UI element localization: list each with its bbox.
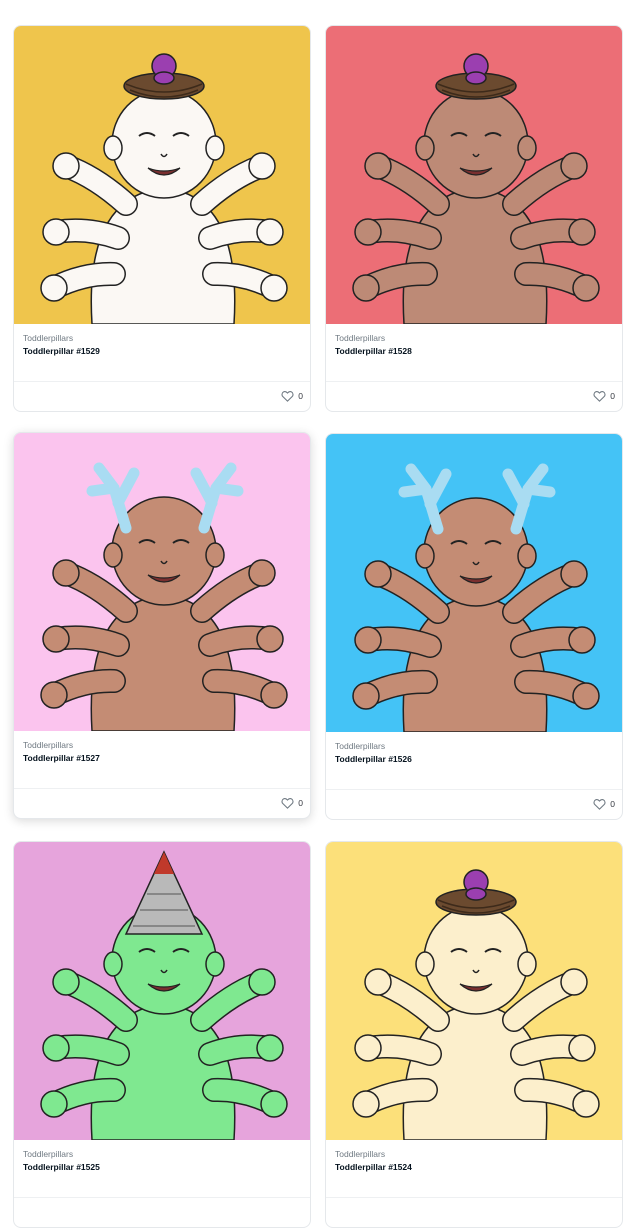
nft-title[interactable]: Toddlerpillar #1524 <box>335 1162 412 1172</box>
favorite-button[interactable]: 0 <box>593 798 615 810</box>
heart-icon <box>281 391 294 402</box>
nft-title[interactable]: Toddlerpillar #1529 <box>23 346 100 356</box>
nft-card[interactable]: Toddlerpillars Toddlerpillar #1527 0 <box>13 432 311 819</box>
card-info: Toddlerpillars Toddlerpillar #1526 <box>326 732 622 790</box>
nft-card[interactable]: Toddlerpillars Toddlerpillar #1528 0 <box>325 25 623 412</box>
favorite-count: 0 <box>298 391 303 401</box>
heart-icon <box>593 799 606 810</box>
card-info: Toddlerpillars Toddlerpillar #1524 <box>326 1140 622 1198</box>
baby-illustration <box>326 842 622 1140</box>
card-footer: 0 <box>326 790 622 819</box>
collection-name[interactable]: Toddlerpillars <box>23 740 73 750</box>
nft-title[interactable]: Toddlerpillar #1528 <box>335 346 412 356</box>
nft-title[interactable]: Toddlerpillar #1525 <box>23 1162 100 1172</box>
nft-card[interactable]: Toddlerpillars Toddlerpillar #1529 0 <box>13 25 311 412</box>
favorite-count: 0 <box>298 798 303 808</box>
collection-name[interactable]: Toddlerpillars <box>335 741 385 751</box>
nft-image[interactable] <box>14 433 310 731</box>
favorite-button[interactable]: 0 <box>593 390 615 402</box>
heart-icon <box>593 391 606 402</box>
baby-illustration <box>14 26 310 324</box>
baby-illustration <box>326 26 622 324</box>
nft-card[interactable]: Toddlerpillars Toddlerpillar #1524 <box>325 841 623 1228</box>
card-footer: 0 <box>326 382 622 411</box>
nft-image[interactable] <box>326 26 622 324</box>
card-info: Toddlerpillars Toddlerpillar #1527 <box>14 731 310 789</box>
heart-icon <box>281 798 294 809</box>
card-footer: 0 <box>14 382 310 411</box>
nft-image[interactable] <box>326 434 622 732</box>
collection-name[interactable]: Toddlerpillars <box>23 1149 73 1159</box>
nft-image[interactable] <box>326 842 622 1140</box>
nft-title[interactable]: Toddlerpillar #1527 <box>23 753 100 763</box>
card-info: Toddlerpillars Toddlerpillar #1529 <box>14 324 310 382</box>
collection-name[interactable]: Toddlerpillars <box>23 333 73 343</box>
nft-title[interactable]: Toddlerpillar #1526 <box>335 754 412 764</box>
card-info: Toddlerpillars Toddlerpillar #1528 <box>326 324 622 382</box>
baby-illustration <box>326 434 622 732</box>
collection-name[interactable]: Toddlerpillars <box>335 1149 385 1159</box>
nft-image[interactable] <box>14 842 310 1140</box>
favorite-button[interactable]: 0 <box>281 797 303 809</box>
nft-card[interactable]: Toddlerpillars Toddlerpillar #1526 0 <box>325 433 623 820</box>
nft-image[interactable] <box>14 26 310 324</box>
collection-name[interactable]: Toddlerpillars <box>335 333 385 343</box>
favorite-count: 0 <box>610 799 615 809</box>
baby-illustration <box>14 842 310 1140</box>
favorite-button[interactable]: 0 <box>281 390 303 402</box>
nft-card[interactable]: Toddlerpillars Toddlerpillar #1525 <box>13 841 311 1228</box>
baby-illustration <box>14 433 310 731</box>
favorite-count: 0 <box>610 391 615 401</box>
card-footer: 0 <box>14 789 310 818</box>
card-info: Toddlerpillars Toddlerpillar #1525 <box>14 1140 310 1198</box>
nft-grid: Toddlerpillars Toddlerpillar #1529 0 Tod… <box>0 0 639 1228</box>
